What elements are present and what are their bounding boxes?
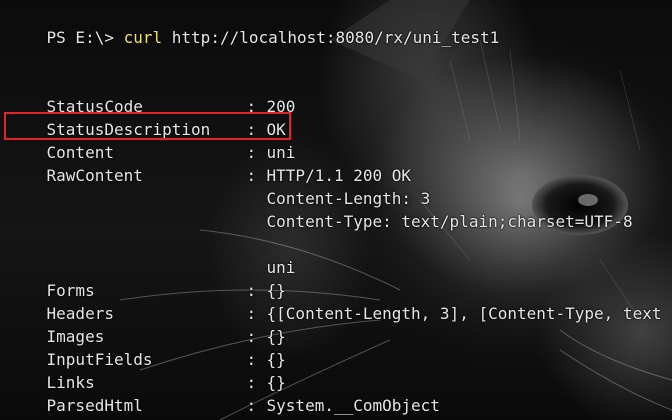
output-row-rawcontent-continued: Content-Length: 3 <box>8 164 431 208</box>
row-value: System.__ComObject <box>266 396 440 415</box>
prompt: PS E:\> <box>46 28 114 47</box>
command-url: http://localhost:8080/rx/uni_test1 <box>171 28 500 47</box>
command-line: PS E:\> curl http://localhost:8080/rx/un… <box>8 3 500 47</box>
output-row-statuscode: StatusCode:200 <box>8 72 296 116</box>
output-row-rawcontent-body: uni <box>8 233 296 277</box>
command-name: curl <box>123 28 163 47</box>
row-value: {[Content-Length, 3], [Content-Type, tex… <box>266 304 662 323</box>
output-row-rawcontentlength: RawContentLength:3 <box>8 394 277 420</box>
output-row-forms: Forms:{} <box>8 256 286 300</box>
output-row-links: Links:{} <box>8 348 286 392</box>
output-row-rawcontent: RawContent: HTTP/1.1 200 OK <box>8 141 412 185</box>
output-row-images: Images:{} <box>8 302 286 346</box>
output-row-inputfields: InputFields:{} <box>8 325 286 369</box>
output-row-headers: Headers: {[Content-Length, 3], [Content-T… <box>8 279 662 323</box>
row-value: Content-Type: text/plain;charset=UTF-8 <box>266 212 633 231</box>
terminal-window[interactable]: PS E:\> curl http://localhost:8080/rx/un… <box>0 0 672 420</box>
output-row-rawcontent-continued: Content-Type: text/plain;charset=UTF-8 <box>8 187 633 231</box>
output-row-parsedhtml: ParsedHtml: System.__ComObject <box>8 371 440 415</box>
content-highlight-box <box>4 112 291 140</box>
